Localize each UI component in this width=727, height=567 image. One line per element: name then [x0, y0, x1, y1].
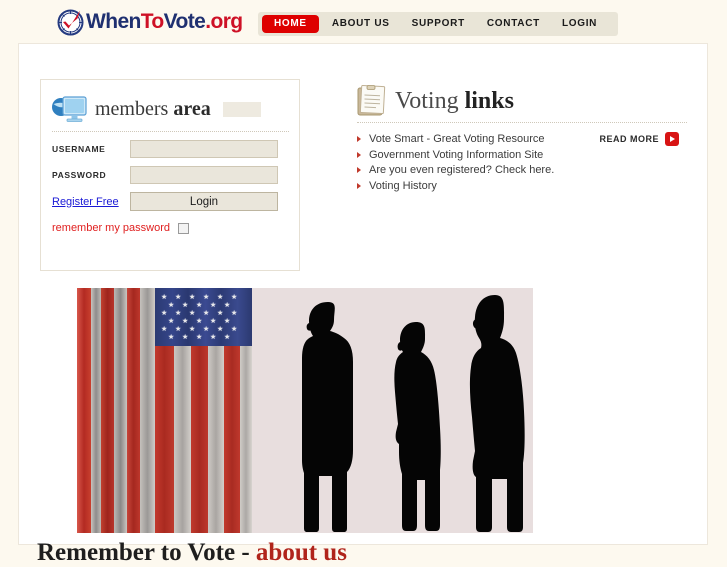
remember-password-row: remember my password	[52, 222, 299, 234]
headline-main: Remember to Vote -	[37, 538, 256, 566]
voting-link-label: Government Voting Information Site	[369, 148, 544, 161]
voting-title-bold: links	[464, 87, 514, 114]
voting-links-header: Voting links	[357, 80, 687, 123]
voting-title-light: Voting	[395, 87, 465, 114]
voting-link-label: Vote Smart - Great Voting Resource	[369, 133, 545, 145]
computer-monitor-icon	[52, 95, 88, 124]
username-row: USERNAME	[52, 140, 299, 158]
flag-union: ★ ★ ★ ★ ★ ★ ★ ★ ★ ★ ★ ★ ★ ★ ★ ★ ★ ★ ★ ★	[155, 288, 252, 346]
voting-links-body: Vote Smart - Great Voting Resource Gover…	[357, 132, 687, 194]
read-more-button[interactable]: READ MORE	[599, 132, 679, 146]
nav-item-login[interactable]: LOGIN	[551, 12, 608, 36]
american-flag-graphic: ★ ★ ★ ★ ★ ★ ★ ★ ★ ★ ★ ★ ★ ★ ★ ★ ★ ★ ★ ★	[77, 288, 252, 533]
voting-link-item[interactable]: Vote Smart - Great Voting Resource	[357, 132, 585, 148]
voting-links-title: Voting links	[395, 88, 514, 115]
clipboard-icon	[357, 84, 387, 117]
logo-part-when: When	[86, 10, 141, 33]
voting-link-label: Are you even registered? Check here.	[369, 164, 555, 176]
password-label: PASSWORD	[52, 170, 107, 180]
logo-part-org: .org	[205, 10, 243, 33]
main-navigation: HOME ABOUT US SUPPORT CONTACT LOGIN	[258, 12, 619, 36]
silhouette-man	[302, 302, 353, 532]
logo-wordmark: WhenToVote.org	[86, 10, 243, 34]
login-row: Register Free Login	[52, 192, 299, 211]
login-button[interactable]: Login	[130, 192, 278, 211]
nav-item-about-us[interactable]: ABOUT US	[321, 12, 401, 36]
members-area-title: members area	[95, 98, 211, 121]
site-header: WhenToVote.org HOME ABOUT US SUPPORT CON…	[0, 0, 727, 43]
username-input[interactable]	[130, 140, 278, 158]
read-more-label: READ MORE	[599, 134, 659, 144]
voting-link-item[interactable]: Government Voting Information Site	[357, 148, 585, 164]
voting-links-panel: Voting links Vote Smart - Great Voting R…	[357, 80, 687, 194]
bullet-arrow-icon	[357, 136, 361, 142]
clock-check-icon	[57, 9, 84, 36]
members-area-header: members area	[52, 87, 289, 132]
logo-part-to: To	[140, 10, 165, 33]
voting-link-label: Voting History	[369, 179, 437, 192]
bullet-arrow-icon	[357, 182, 361, 189]
nav-item-home[interactable]: HOME	[262, 15, 319, 33]
members-title-light: members	[95, 97, 174, 120]
play-arrow-icon	[665, 132, 679, 146]
site-logo[interactable]: WhenToVote.org	[57, 8, 243, 36]
silhouette-person	[469, 295, 525, 532]
nav-item-support[interactable]: SUPPORT	[401, 12, 476, 36]
nav-item-contact[interactable]: CONTACT	[476, 12, 551, 36]
remember-password-label: remember my password	[52, 222, 170, 234]
hero-image: ★ ★ ★ ★ ★ ★ ★ ★ ★ ★ ★ ★ ★ ★ ★ ★ ★ ★ ★ ★	[77, 288, 533, 533]
logo-part-vote: Vote	[163, 10, 206, 33]
voting-link-item[interactable]: Are you even registered? Check here.	[357, 163, 585, 179]
voter-silhouettes	[252, 288, 533, 533]
username-label: USERNAME	[52, 144, 106, 154]
members-title-bold: area	[173, 97, 211, 120]
bullet-arrow-icon	[357, 167, 361, 173]
content-container: members area USERNAME PASSWORD Register …	[18, 43, 708, 566]
voting-links-list: Vote Smart - Great Voting Resource Gover…	[357, 132, 585, 194]
members-area-panel: members area USERNAME PASSWORD Register …	[40, 79, 300, 271]
silhouette-woman	[394, 322, 441, 531]
bullet-arrow-icon	[357, 151, 361, 158]
members-area-badge	[222, 101, 261, 117]
password-input[interactable]	[130, 166, 278, 184]
remember-password-checkbox[interactable]	[177, 222, 189, 234]
voting-link-item[interactable]: Voting History	[357, 179, 585, 195]
page-headline: Remember to Vote - about us	[37, 539, 347, 567]
password-row: PASSWORD	[52, 166, 299, 184]
register-free-link[interactable]: Register Free	[52, 196, 130, 208]
headline-accent[interactable]: about us	[256, 539, 347, 566]
